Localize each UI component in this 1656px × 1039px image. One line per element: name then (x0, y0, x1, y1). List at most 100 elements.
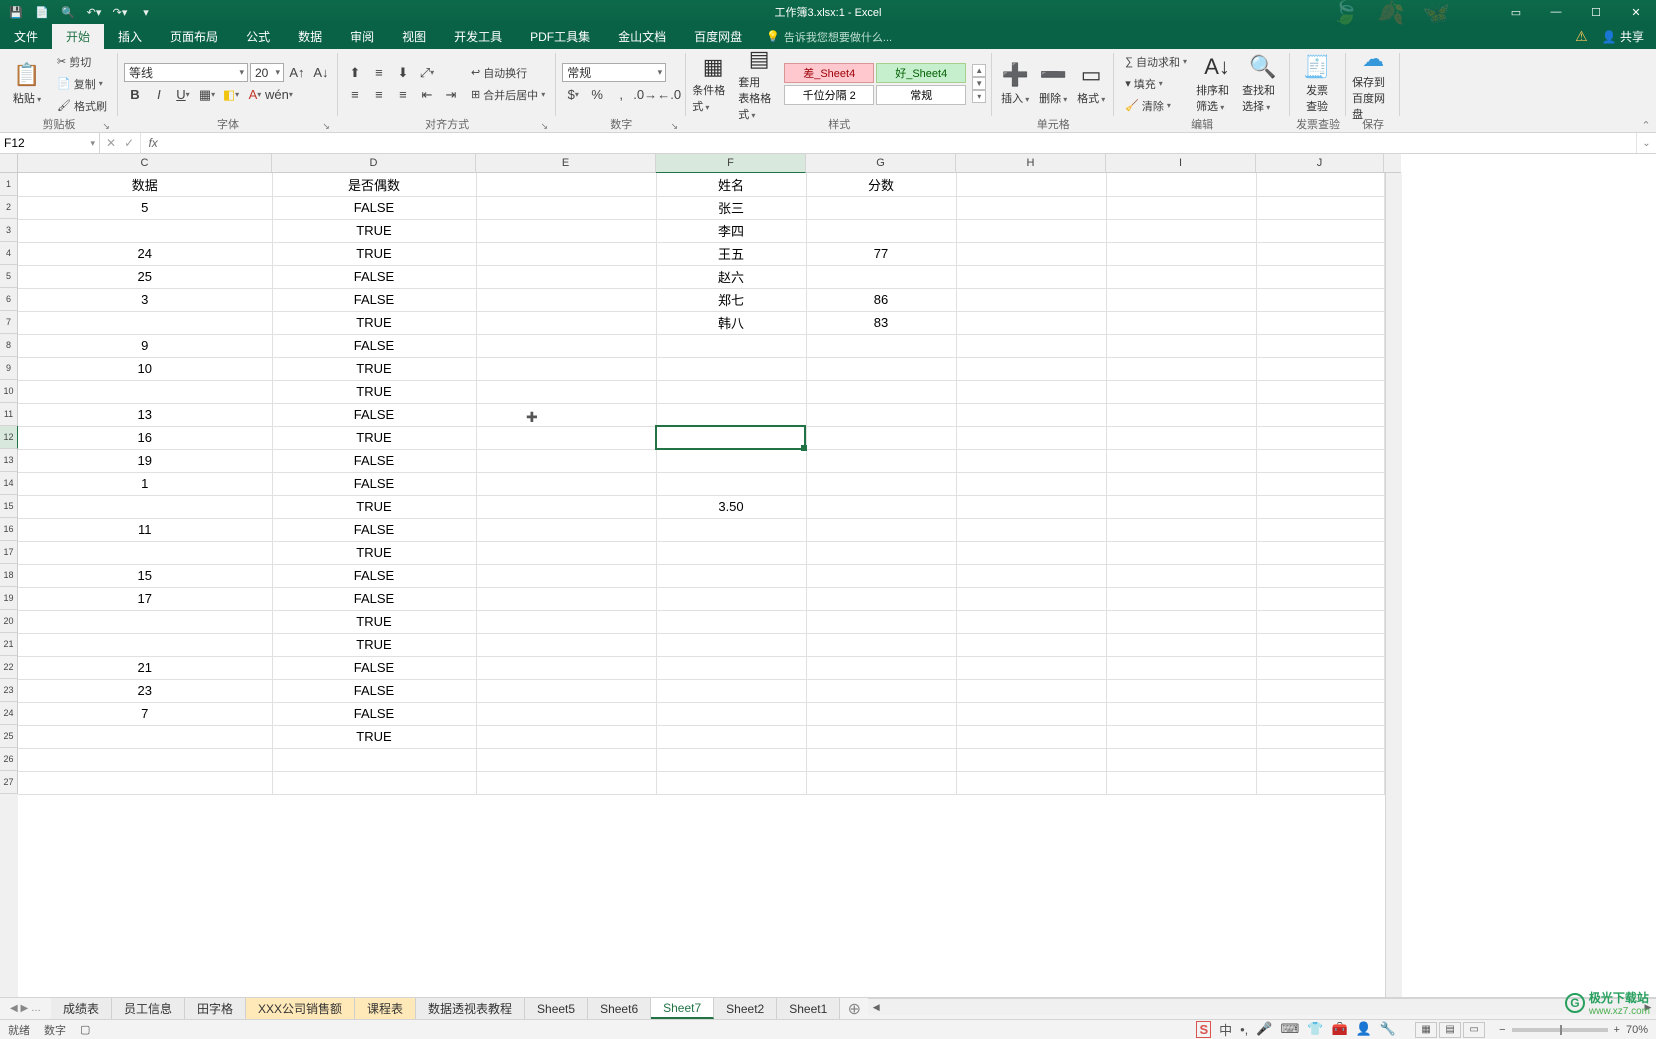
cell-F10[interactable] (656, 380, 806, 403)
cell-D27[interactable] (272, 771, 476, 794)
select-all-corner[interactable] (0, 154, 18, 173)
cell-D24[interactable]: FALSE (272, 702, 476, 725)
wrap-text-button[interactable]: ↩ 自动换行 (466, 63, 550, 83)
cell-J7[interactable] (1256, 311, 1384, 334)
align-top-icon[interactable]: ⬆ (344, 63, 366, 83)
cell-J11[interactable] (1256, 403, 1384, 426)
cell-D11[interactable]: FALSE (272, 403, 476, 426)
confirm-edit-icon[interactable]: ✓ (124, 136, 134, 150)
cell-E20[interactable] (476, 610, 656, 633)
cell-H22[interactable] (956, 656, 1106, 679)
increase-indent-icon[interactable]: ⇥ (440, 85, 462, 105)
tab-data[interactable]: 数据 (284, 24, 336, 49)
merge-center-button[interactable]: ⊞ 合并后居中 (466, 85, 550, 105)
cells-grid[interactable]: 数据是否偶数姓名分数5FALSE张三TRUE李四24TRUE王五7725FALS… (18, 173, 1385, 997)
cell-C1[interactable]: 数据 (18, 173, 272, 196)
close-icon[interactable]: ✕ (1616, 0, 1656, 24)
align-left-icon[interactable]: ≡ (344, 85, 366, 105)
row-header-8[interactable]: 8 (0, 334, 18, 357)
tab-layout[interactable]: 页面布局 (156, 24, 232, 49)
share-button[interactable]: 👤 共享 (1602, 28, 1644, 45)
cell-C3[interactable] (18, 219, 272, 242)
cell-C5[interactable]: 25 (18, 265, 272, 288)
cell-G22[interactable] (806, 656, 956, 679)
cell-F20[interactable] (656, 610, 806, 633)
cell-D14[interactable]: FALSE (272, 472, 476, 495)
cell-H9[interactable] (956, 357, 1106, 380)
cell-E17[interactable] (476, 541, 656, 564)
cell-H13[interactable] (956, 449, 1106, 472)
fx-icon[interactable]: fx (141, 133, 165, 153)
cell-I11[interactable] (1106, 403, 1256, 426)
sheet-tab-Sheet1[interactable]: Sheet1 (777, 998, 840, 1019)
cell-J19[interactable] (1256, 587, 1384, 610)
row-header-3[interactable]: 3 (0, 219, 18, 242)
cell-D25[interactable]: TRUE (272, 725, 476, 748)
ime-lang[interactable]: 中 (1219, 1020, 1232, 1039)
row-header-15[interactable]: 15 (0, 495, 18, 518)
cell-F13[interactable] (656, 449, 806, 472)
cell-F7[interactable]: 韩八 (656, 311, 806, 334)
cell-I6[interactable] (1106, 288, 1256, 311)
cell-H26[interactable] (956, 748, 1106, 771)
cell-H19[interactable] (956, 587, 1106, 610)
percent-format-icon[interactable]: % (586, 84, 608, 104)
cell-G23[interactable] (806, 679, 956, 702)
style-good[interactable]: 好_Sheet4 (876, 63, 966, 83)
tab-baidu[interactable]: 百度网盘 (680, 24, 756, 49)
font-color-button[interactable]: A (244, 85, 266, 105)
col-header-H[interactable]: H (956, 154, 1106, 173)
cell-C11[interactable]: 13 (18, 403, 272, 426)
style-bad[interactable]: 差_Sheet4 (784, 63, 874, 83)
format-painter-button[interactable]: 🖌 格式刷 (52, 96, 112, 116)
view-mode-buttons[interactable]: ▦▤▭ (1415, 1022, 1485, 1038)
cell-C10[interactable] (18, 380, 272, 403)
print-preview-icon[interactable]: 🔍 (60, 4, 76, 20)
cell-D8[interactable]: FALSE (272, 334, 476, 357)
cell-J2[interactable] (1256, 196, 1384, 219)
col-header-C[interactable]: C (18, 154, 272, 173)
style-normal[interactable]: 常规 (876, 85, 966, 105)
cell-C7[interactable] (18, 311, 272, 334)
cell-E19[interactable] (476, 587, 656, 610)
cell-J8[interactable] (1256, 334, 1384, 357)
row-header-18[interactable]: 18 (0, 564, 18, 587)
format-as-table-button[interactable]: ▤套用 表格格式 (738, 53, 780, 115)
col-header-E[interactable]: E (476, 154, 656, 173)
row-header-22[interactable]: 22 (0, 656, 18, 679)
cell-E12[interactable] (476, 426, 656, 449)
save-icon[interactable]: 💾 (8, 4, 24, 20)
add-sheet-button[interactable]: ⊕ (840, 998, 868, 1019)
cell-H7[interactable] (956, 311, 1106, 334)
align-bottom-icon[interactable]: ⬇ (392, 63, 414, 83)
cell-G16[interactable] (806, 518, 956, 541)
collapse-ribbon-icon[interactable]: ⌃ (1641, 119, 1650, 132)
sheet-tab-Sheet7[interactable]: Sheet7 (651, 998, 714, 1019)
cell-F9[interactable] (656, 357, 806, 380)
cell-J22[interactable] (1256, 656, 1384, 679)
cell-I2[interactable] (1106, 196, 1256, 219)
row-header-5[interactable]: 5 (0, 265, 18, 288)
cell-E1[interactable] (476, 173, 656, 196)
cell-D7[interactable]: TRUE (272, 311, 476, 334)
cell-H15[interactable] (956, 495, 1106, 518)
insert-cells-button[interactable]: ➕插入 (998, 53, 1032, 115)
cell-E22[interactable] (476, 656, 656, 679)
launcher-alignment[interactable]: ↘ (539, 121, 551, 132)
cell-J25[interactable] (1256, 725, 1384, 748)
cell-C25[interactable] (18, 725, 272, 748)
vertical-scrollbar[interactable] (1385, 173, 1402, 997)
sheet-nav-buttons[interactable]: ◀ ▶ … (0, 998, 51, 1019)
fill-color-button[interactable]: ◧ (220, 85, 242, 105)
align-right-icon[interactable]: ≡ (392, 85, 414, 105)
cell-C16[interactable]: 11 (18, 518, 272, 541)
cell-J3[interactable] (1256, 219, 1384, 242)
cell-G4[interactable]: 77 (806, 242, 956, 265)
cell-H21[interactable] (956, 633, 1106, 656)
cell-C19[interactable]: 17 (18, 587, 272, 610)
cell-E3[interactable] (476, 219, 656, 242)
cell-G3[interactable] (806, 219, 956, 242)
cell-J24[interactable] (1256, 702, 1384, 725)
cell-H5[interactable] (956, 265, 1106, 288)
cell-I23[interactable] (1106, 679, 1256, 702)
